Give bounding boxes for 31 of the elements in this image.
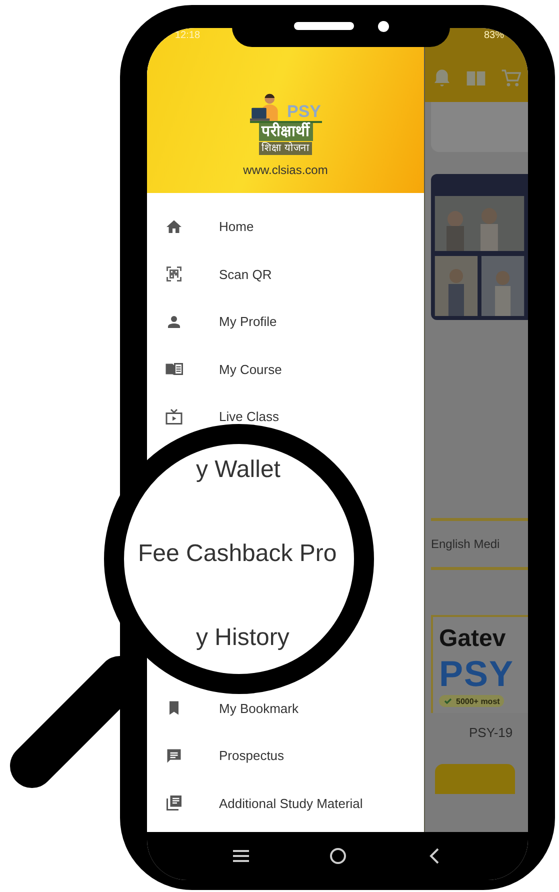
website-link[interactable]: www.clsias.com — [243, 163, 328, 177]
menu-item[interactable]: Live Class — [219, 409, 279, 424]
logo-subtitle: शिक्षा योजना — [258, 142, 312, 155]
home-icon — [165, 218, 183, 236]
menu-item[interactable]: Fee Cashback Pro — [138, 540, 337, 568]
section-heading: y History — [196, 624, 290, 652]
section-heading: y Wallet — [196, 456, 280, 484]
menu-item[interactable]: My Course — [219, 362, 282, 377]
badge-text: 5000+ most — [456, 696, 500, 706]
menu-item[interactable]: My Bookmark — [219, 700, 298, 716]
course-logo: PSY — [439, 655, 516, 693]
menu-item[interactable]: My Profile — [219, 314, 277, 330]
menu-item[interactable]: Home — [219, 219, 254, 234]
logo-title: परीक्षार्थी — [258, 123, 312, 141]
status-time: 12:18 — [175, 30, 200, 41]
menu-item[interactable]: Prospectus — [219, 748, 284, 764]
menu-item[interactable]: Additional Study Material — [219, 796, 363, 811]
battery-level: 83% — [484, 30, 504, 41]
tv-icon — [165, 408, 183, 426]
bell-icon[interactable] — [432, 68, 452, 88]
course-button[interactable] — [435, 764, 515, 794]
course-code: PSY-19 — [469, 725, 514, 740]
cart-icon[interactable] — [500, 68, 521, 88]
documents-icon — [165, 794, 183, 812]
course-title: Gatev — [439, 625, 507, 653]
home-circle-icon[interactable] — [328, 846, 348, 866]
logo-brand: PSY — [286, 103, 322, 121]
menu-item[interactable]: Scan QR — [219, 266, 272, 282]
qr-code-icon — [165, 265, 183, 284]
message-icon — [165, 746, 183, 765]
check-icon — [443, 696, 453, 706]
